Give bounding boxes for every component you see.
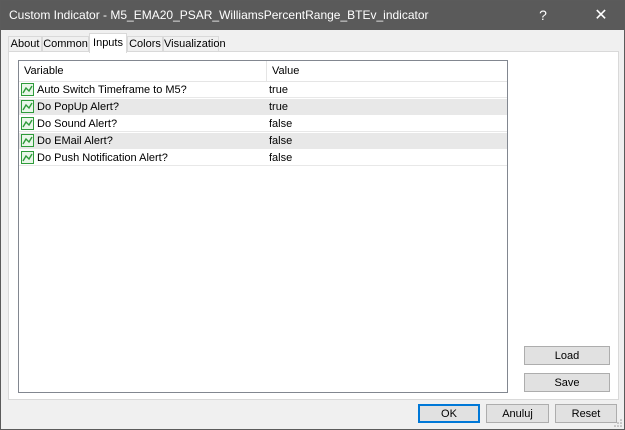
title-bar[interactable]: Custom Indicator - M5_EMA20_PSAR_William… [1,1,624,30]
table-row[interactable]: Auto Switch Timeframe to M5? true [19,82,507,98]
row-value[interactable]: false [269,116,505,132]
dialog-window: Custom Indicator - M5_EMA20_PSAR_William… [0,0,625,430]
row-variable: Do Sound Alert? [37,118,118,130]
row-variable: Do Push Notification Alert? [37,152,168,164]
inputs-table[interactable]: Variable Value Auto Switch Timeframe to … [18,60,508,393]
tab-inputs[interactable]: Inputs [89,33,127,53]
row-value[interactable]: true [269,82,505,98]
row-value[interactable]: false [269,150,505,166]
input-parameter-icon [21,134,34,147]
inputs-tab-panel: Variable Value Auto Switch Timeframe to … [8,51,619,400]
input-parameter-icon [21,83,34,96]
row-variable: Do EMail Alert? [37,135,113,147]
table-row[interactable]: Do EMail Alert? false [19,133,507,149]
input-parameter-icon [21,117,34,130]
table-row[interactable]: Do Push Notification Alert? false [19,150,507,166]
resize-grip-icon[interactable] [614,419,622,427]
close-button[interactable]: ✕ [578,1,624,30]
input-parameter-icon [21,151,34,164]
save-button[interactable]: Save [524,373,610,392]
tab-visualization[interactable]: Visualization [163,36,226,52]
tab-colors[interactable]: Colors [127,36,163,52]
table-row[interactable]: Do PopUp Alert? true [19,99,507,115]
row-variable: Auto Switch Timeframe to M5? [37,84,187,96]
reset-button[interactable]: Reset [555,404,617,423]
tab-common[interactable]: Common [42,36,89,52]
ok-button[interactable]: OK [418,404,480,423]
help-button[interactable]: ? [520,1,566,30]
row-value[interactable]: true [269,99,505,115]
column-header-variable[interactable]: Variable [19,61,267,81]
column-header-value[interactable]: Value [267,61,507,81]
cancel-button[interactable]: Anuluj [486,404,549,423]
load-button[interactable]: Load [524,346,610,365]
table-header: Variable Value [19,61,507,82]
table-row[interactable]: Do Sound Alert? false [19,116,507,132]
row-value[interactable]: false [269,133,505,149]
window-title: Custom Indicator - M5_EMA20_PSAR_William… [9,8,429,22]
tab-about[interactable]: About [8,36,42,52]
input-parameter-icon [21,100,34,113]
row-variable: Do PopUp Alert? [37,101,119,113]
